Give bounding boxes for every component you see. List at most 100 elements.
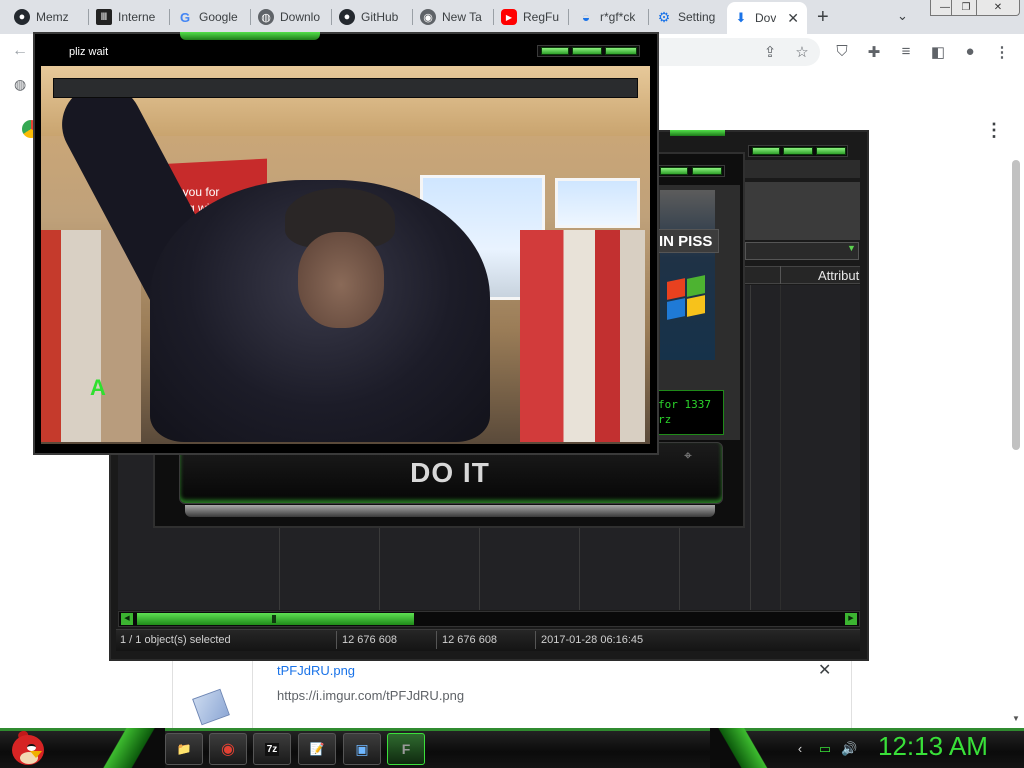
ublock-icon[interactable]: ⛉ <box>833 43 851 60</box>
tab-new-tab[interactable]: ◉ New Ta <box>414 4 492 30</box>
taskbar-decoration <box>75 728 165 768</box>
file-manager-path-dropdown[interactable] <box>745 242 859 260</box>
tab-settings[interactable]: ⚙ Setting <box>650 4 725 30</box>
tab-google[interactable]: G Google <box>171 4 249 30</box>
video-maximize-button[interactable] <box>572 47 602 55</box>
tab-close-icon[interactable]: ✕ <box>787 10 799 27</box>
7zip-icon: 7z <box>264 742 280 756</box>
download-item-card <box>172 655 852 728</box>
flag-blue <box>667 298 685 320</box>
status-selection-count: 1 / 1 object(s) selected <box>120 634 231 646</box>
column-gridline <box>279 525 280 610</box>
angry-bird-icon <box>30 751 42 758</box>
tab-separator <box>250 9 251 25</box>
taskbar-control-panel[interactable]: ▣ <box>343 733 381 765</box>
video-close-button[interactable] <box>605 47 637 55</box>
tab-separator <box>568 9 569 25</box>
taskbar-active-app[interactable]: F <box>387 733 425 765</box>
video-window-title: pliz wait <box>69 46 109 58</box>
tab-regfuck[interactable]: ◒ r*gf*ck <box>572 4 648 30</box>
tray-battery-icon[interactable]: ▭ <box>817 741 833 757</box>
file-manager-toolbar <box>745 160 860 178</box>
globe-icon: ◍ <box>258 9 274 25</box>
folder-icon: 📁 <box>176 742 192 756</box>
new-tab-button[interactable]: + <box>817 6 829 29</box>
tab-downloads[interactable]: ⬇ Dov ✕ <box>727 2 807 34</box>
file-manager-maximize-button[interactable] <box>783 147 813 155</box>
tab-label: GitHub <box>361 10 399 24</box>
tab-label: Setting <box>678 10 716 24</box>
tab-separator <box>169 9 170 25</box>
bookmark-globe-icon[interactable]: ◍ <box>14 76 26 93</box>
back-arrow-icon[interactable]: ← <box>12 42 28 60</box>
dialog-button-shadow <box>185 505 715 517</box>
taskbar-clock[interactable]: 12:13 AM <box>878 731 988 762</box>
download-remove-icon[interactable]: ✕ <box>818 660 831 680</box>
archive-icon: Ⅲ <box>96 9 112 25</box>
column-header-attributes[interactable]: Attribut <box>818 268 859 283</box>
page-scroll-thumb[interactable] <box>1012 160 1020 450</box>
github-icon: ● <box>339 9 355 25</box>
tab-label: Google <box>199 10 238 24</box>
download-icon: ⬇ <box>735 10 747 25</box>
tab-github[interactable]: ● GitHub <box>333 4 411 30</box>
scroll-right-arrow-icon[interactable]: ▶ <box>845 613 857 625</box>
share-icon[interactable]: ⇪ <box>761 43 779 61</box>
tab-label: Downlo <box>280 10 321 24</box>
column-gridline <box>379 525 380 610</box>
file-manager-close-button[interactable] <box>816 147 846 155</box>
tab-search-chevron-icon[interactable]: ⌄ <box>897 8 908 24</box>
close-window-button[interactable]: ✕ <box>976 0 1020 16</box>
tab-download[interactable]: ◍ Downlo <box>252 4 330 30</box>
download-filename-link[interactable]: tPFJdRU.png <box>277 663 355 678</box>
profile-avatar-icon[interactable]: ● <box>961 43 979 60</box>
scroll-left-arrow-icon[interactable]: ◀ <box>121 613 133 625</box>
video-minimize-button[interactable] <box>541 47 569 55</box>
column-separator[interactable] <box>780 266 781 284</box>
extensions-puzzle-icon[interactable]: ✚ <box>865 43 883 61</box>
do-it-button-label[interactable]: DO IT <box>180 457 720 489</box>
bookmark-star-icon[interactable]: ☆ <box>793 43 811 61</box>
media-control-icon[interactable]: ≡ <box>897 43 915 60</box>
tab-label: New Ta <box>442 10 482 24</box>
tray-chevron-icon[interactable]: ‹ <box>792 741 808 756</box>
dialog-close-button[interactable] <box>692 167 722 175</box>
chrome-icon: ◉ <box>221 741 235 758</box>
column-gridline <box>750 285 751 610</box>
column-gridline <box>479 525 480 610</box>
youtube-icon: ▶ <box>501 9 517 25</box>
console-line: rz <box>658 413 672 426</box>
taskbar-chrome[interactable]: ◉ <box>209 733 247 765</box>
status-modified-date: 2017-01-28 06:16:45 <box>541 634 644 646</box>
video-progress-bar <box>53 78 638 98</box>
chrome-menu-icon[interactable]: ⋮ <box>993 43 1011 61</box>
side-panel-icon[interactable]: ◧ <box>929 43 947 61</box>
tab-label: RegFu <box>523 10 560 24</box>
dialog-tagline: IN PISS <box>652 229 720 253</box>
video-overlay-letter: A <box>90 375 106 400</box>
video-scene-face <box>298 232 384 328</box>
github-icon: ● <box>14 9 30 25</box>
tab-separator <box>412 9 413 25</box>
tab-memz[interactable]: ● Memz <box>8 4 88 30</box>
dropdown-arrow-icon[interactable]: ▼ <box>847 243 856 253</box>
tab-internet-archive[interactable]: Ⅲ Interne <box>90 4 168 30</box>
tab-label: r*gf*ck <box>600 10 636 24</box>
taskbar-decoration <box>710 728 790 768</box>
page-more-icon[interactable]: ⋮ <box>985 120 1003 141</box>
scroll-down-arrow-icon[interactable]: ▼ <box>1012 714 1020 723</box>
taskbar-file-explorer[interactable]: 📁 <box>165 733 203 765</box>
tray-volume-icon[interactable]: 🔊 <box>841 741 857 757</box>
taskbar-notepad[interactable]: 📝 <box>298 733 336 765</box>
video-scene-shelf <box>520 230 645 442</box>
file-manager-minimize-button[interactable] <box>752 147 780 155</box>
dialog-minimize-button[interactable] <box>660 167 688 175</box>
taskbar-7zip[interactable]: 7z <box>253 733 291 765</box>
flag-red <box>667 278 685 300</box>
tab-regfun[interactable]: ▶ RegFu <box>495 4 567 30</box>
flag-yellow <box>687 295 705 317</box>
status-size: 12 676 608 <box>342 634 398 646</box>
tab-label: Dov <box>755 11 777 25</box>
status-packed-size: 12 676 608 <box>442 634 498 646</box>
chrome-icon: ◉ <box>420 9 436 25</box>
